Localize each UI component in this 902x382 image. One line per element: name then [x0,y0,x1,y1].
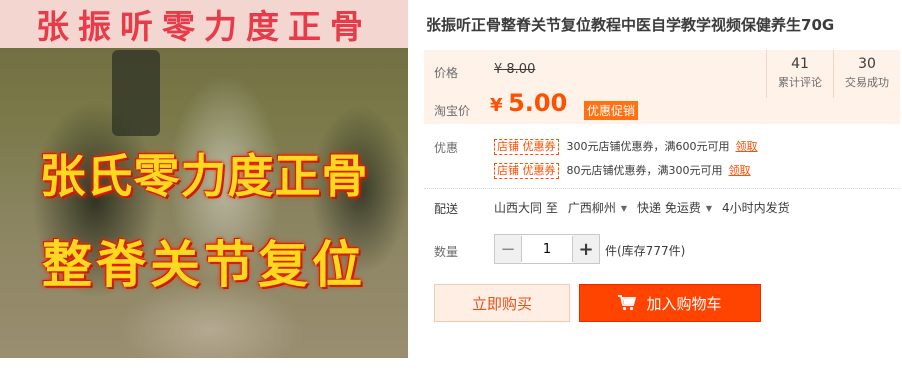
current-price-value: 5.00 [508,89,568,117]
add-to-cart-label: 加入购物车 [646,294,722,313]
stock-info: 件(库存777件) [605,244,686,258]
coupon-tag: 店铺 优惠券 [494,139,559,155]
quantity-label: 数量 [434,245,459,259]
stat-sales: 30 交易成功 [833,50,900,98]
stat-reviews-value: 41 [791,56,809,72]
quantity-increase-button[interactable]: + [573,235,599,263]
dispatch-time: 4小时内发货 [721,201,790,215]
add-to-cart-button[interactable]: 加入购物车 [579,284,761,322]
image-caption-line2: 整脊关节复位 [42,235,366,294]
coupon-row: 店铺 优惠券 80元店铺优惠券，满300元可用 领取 [494,162,751,179]
coupon-text: 80元店铺优惠券，满300元可用 [566,164,723,177]
stat-sales-label: 交易成功 [845,76,889,89]
price-panel: 价格 ¥ 8.00 淘宝价 ¥ 5.00 优惠促销 41 累计评论 30 交易成… [424,50,900,124]
promo-badge: 优惠促销 [584,101,639,120]
stat-sales-value: 30 [858,56,876,72]
quantity-stepper: − + [494,234,600,264]
coupon-tag: 店铺 优惠券 [494,163,559,179]
shipping-label: 配送 [434,202,459,216]
stat-reviews-label: 累计评论 [778,76,822,89]
buy-now-label: 立即购买 [471,294,532,313]
caret-down-icon: ▼ [705,204,712,213]
stat-reviews[interactable]: 41 累计评论 [766,50,833,98]
image-phone-shape [112,50,160,136]
product-image[interactable]: 张振听零力度正骨 张氏零力度正骨 整脊关节复位 [0,0,408,358]
coupon-row: 店铺 优惠券 300元店铺优惠券，满600元可用 领取 [494,138,758,155]
claim-coupon-link[interactable]: 领取 [736,140,758,153]
quantity-input[interactable] [521,236,573,262]
ship-method-select[interactable]: 快递 免运费 ▼ [637,199,712,216]
ship-destination-label: 广西柳州 [567,201,616,215]
claim-coupon-link[interactable]: 领取 [729,164,751,177]
cart-icon [618,295,637,311]
caret-down-icon: ▼ [620,204,627,213]
image-caption-line1: 张氏零力度正骨 [39,149,369,203]
product-title: 张振听正骨整脊关节复位教程中医自学教学视频保健养生70G [426,16,835,34]
buy-now-button[interactable]: 立即购买 [434,284,570,322]
quantity-decrease-button[interactable]: − [495,235,521,263]
coupon-text: 300元店铺优惠券，满600元可用 [566,140,730,153]
image-banner: 张振听零力度正骨 [0,0,408,48]
shipping-info: 山西大同 至 广西柳州 ▼ 快递 免运费 ▼ 4小时内发货 [494,199,800,216]
coupon-label: 优惠 [434,141,459,155]
ship-from: 山西大同 至 [494,201,558,215]
ship-destination-select[interactable]: 广西柳州 ▼ [568,199,627,216]
currency-symbol: ¥ [490,95,503,116]
product-stats: 41 累计评论 30 交易成功 [766,50,900,98]
current-price: ¥ 5.00 [490,89,567,117]
price-label: 价格 [434,66,459,80]
taobao-price-label: 淘宝价 [434,104,471,118]
coupon-section: 优惠 店铺 优惠券 300元店铺优惠券，满600元可用 领取 店铺 优惠券 80元店铺… [424,124,900,189]
original-price: ¥ 8.00 [494,62,536,77]
ship-method-label: 快递 免运费 [637,201,701,215]
